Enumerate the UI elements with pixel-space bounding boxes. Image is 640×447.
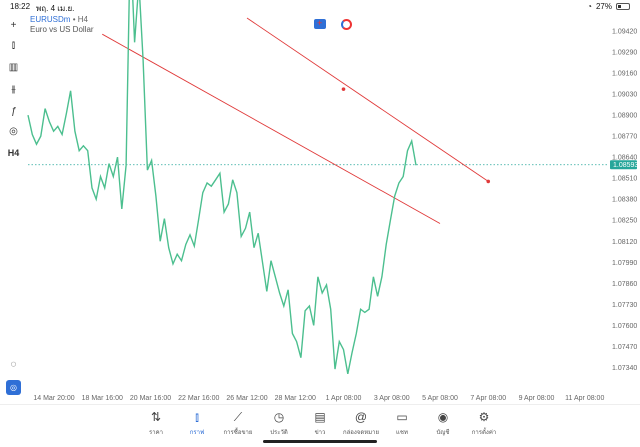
y-axis: 1.09420 1.09290 1.09160 1.09030 1.08900 1.087… — [612, 28, 637, 371]
y-tick-label: 1.08250 — [612, 218, 637, 225]
x-tick-label: 20 Mar 16:00 — [130, 395, 171, 402]
nav-label: การซื้อขาย — [223, 430, 253, 436]
y-tick-label: 1.08770 — [612, 134, 637, 141]
x-tick-label: 11 Apr 08:00 — [565, 395, 604, 402]
nav-history[interactable]: ◷ ประวัติ — [259, 409, 299, 437]
nav-label: กล่องจดหมาย — [342, 430, 380, 436]
nav-mailbox[interactable]: @ กล่องจดหมาย — [341, 409, 381, 437]
x-tick-label: 22 Mar 16:00 — [178, 395, 219, 402]
home-indicator — [263, 440, 377, 443]
y-tick-label: 1.07340 — [612, 365, 637, 372]
x-tick-label: 5 Apr 08:00 — [422, 395, 458, 402]
y-tick-label: 1.08120 — [612, 239, 637, 246]
y-tick-label: 1.07990 — [612, 260, 637, 267]
nav-settings[interactable]: ⚙ การตั้งค่า — [464, 409, 504, 437]
x-tick-label: 28 Mar 12:00 — [275, 395, 316, 402]
y-tick-label: 1.07860 — [612, 281, 637, 288]
trendline-anchor[interactable] — [486, 179, 491, 184]
x-tick-label: 14 Mar 20:00 — [33, 395, 74, 402]
nav-account[interactable]: ◉ บัญชี — [423, 409, 463, 437]
chart-icon: ⫾ — [195, 410, 199, 424]
x-tick-label: 26 Mar 12:00 — [226, 395, 267, 402]
trendline[interactable] — [246, 17, 489, 182]
x-axis: 14 Mar 20:00 18 Mar 16:00 20 Mar 16:00 22 M… — [33, 395, 604, 402]
nav-quotes[interactable]: ⇅ ราคา — [136, 409, 176, 437]
settings-icon: ⚙ — [478, 410, 490, 424]
price-tag-text: 1.08593 — [613, 162, 638, 169]
y-tick-label: 1.08900 — [612, 113, 637, 120]
nav-trade[interactable]: ⟋ การซื้อขาย — [218, 409, 258, 437]
news-icon: ▤ — [314, 410, 326, 424]
nav-chat[interactable]: ▭ แชท — [382, 409, 422, 437]
nav-news[interactable]: ▤ ข่าว — [300, 409, 340, 437]
y-tick-label: 1.09160 — [612, 71, 637, 78]
x-tick-label: 1 Apr 08:00 — [326, 395, 362, 402]
y-tick-label: 1.08510 — [612, 176, 637, 183]
nav-label: แชท — [396, 430, 408, 436]
history-icon: ◷ — [273, 410, 285, 424]
nav-label: การตั้งค่า — [471, 430, 497, 436]
y-tick-label: 1.07600 — [612, 323, 637, 330]
nav-label: ข่าว — [314, 430, 326, 436]
price-tag: 1.08593 — [610, 160, 638, 170]
nav-label: กราฟ — [189, 430, 205, 436]
y-tick-label: 1.09420 — [612, 28, 637, 35]
y-tick-label: 1.07730 — [612, 302, 637, 309]
nav-chart[interactable]: ⫾ กราฟ — [177, 409, 217, 437]
nav-label: ประวัติ — [270, 430, 288, 436]
y-tick-label: 1.09290 — [612, 49, 637, 56]
x-tick-label: 3 Apr 08:00 — [374, 395, 410, 402]
nav-label: บัญชี — [436, 430, 450, 436]
y-tick-label: 1.08380 — [612, 197, 637, 204]
x-tick-label: 7 Apr 08:00 — [470, 395, 506, 402]
x-tick-label: 9 Apr 08:00 — [519, 395, 555, 402]
trendline-anchor[interactable] — [341, 87, 346, 91]
quotes-icon: ⇅ — [150, 410, 162, 424]
y-tick-label: 1.07470 — [612, 344, 637, 351]
series-line — [27, 0, 417, 375]
account-icon: ◉ — [437, 410, 449, 424]
nav-label: ราคา — [149, 430, 163, 436]
y-tick-label: 1.09030 — [612, 92, 637, 99]
mailbox-icon: @ — [354, 410, 368, 424]
price-chart[interactable]: 1.09420 1.09290 1.09160 1.09030 1.08900 1.087… — [0, 0, 640, 404]
chat-icon: ▭ — [396, 410, 408, 424]
trendline[interactable] — [102, 33, 441, 224]
trendlines — [102, 17, 491, 224]
x-tick-label: 18 Mar 16:00 — [82, 395, 123, 402]
trade-icon: ⟋ — [233, 410, 243, 424]
